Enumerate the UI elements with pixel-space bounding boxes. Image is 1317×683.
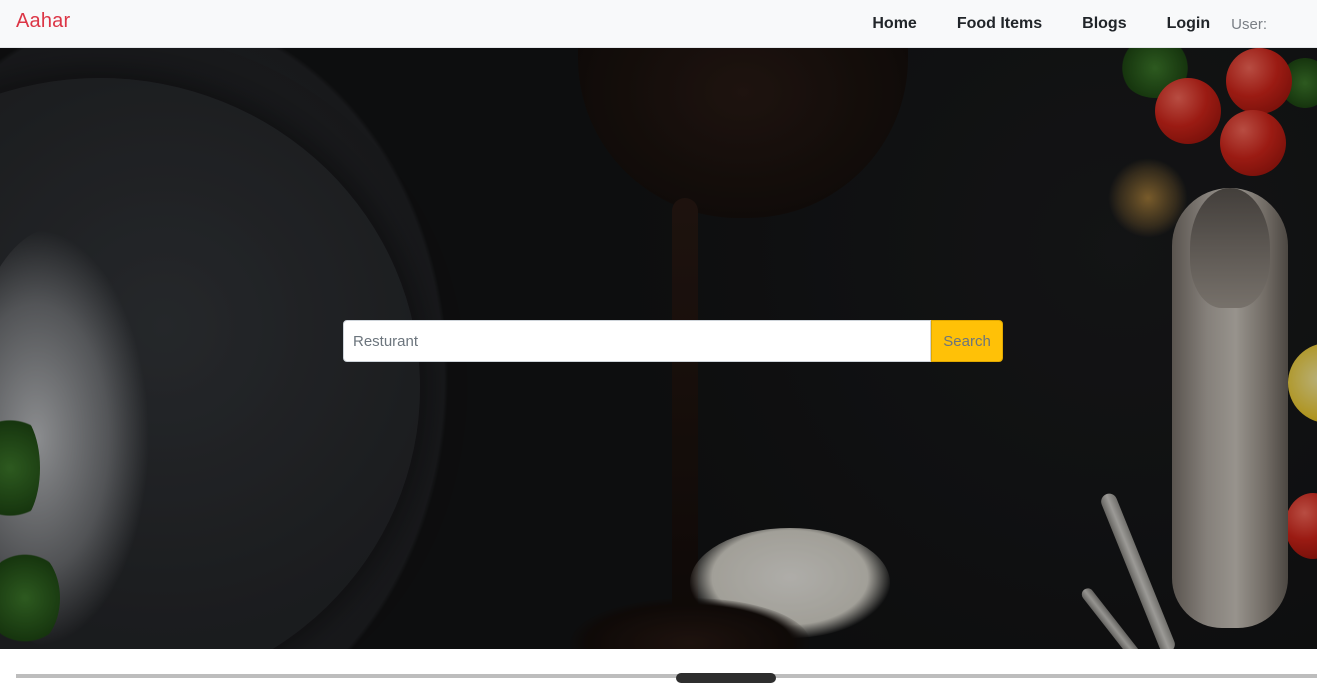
navbar: Aahar Home Food Items Blogs Login User:	[0, 0, 1317, 48]
nav-link-login[interactable]: Login	[1167, 15, 1211, 33]
search-input[interactable]	[343, 320, 932, 362]
nav-link-blogs[interactable]: Blogs	[1082, 15, 1126, 33]
nav-link-food-items[interactable]: Food Items	[957, 15, 1042, 33]
horizontal-scrollbar[interactable]	[16, 674, 1317, 678]
search-form: Search	[343, 320, 1003, 362]
search-button[interactable]: Search	[931, 320, 1003, 362]
scroll-indicator	[676, 673, 776, 683]
brand-logo-link[interactable]: Aahar	[16, 10, 70, 33]
user-label: User:	[1231, 15, 1267, 33]
nav-link-home[interactable]: Home	[872, 15, 916, 33]
nav-links: Home Food Items Blogs Login User:	[872, 0, 1267, 48]
